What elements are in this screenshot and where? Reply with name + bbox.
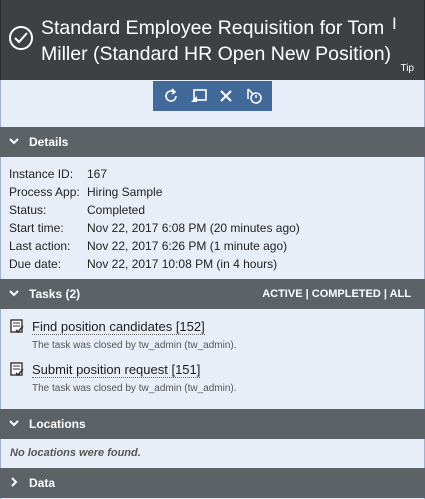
detail-key: Start time: bbox=[9, 221, 64, 235]
filter-separator: | bbox=[302, 288, 312, 300]
details-label: Details bbox=[29, 135, 69, 149]
refresh-icon[interactable] bbox=[160, 85, 182, 107]
text-cursor-icon: I bbox=[392, 14, 397, 33]
detail-key: Instance ID: bbox=[9, 167, 74, 181]
chevron-down-icon bbox=[8, 135, 20, 150]
detail-value: Nov 22, 2017 6:08 PM (20 minutes ago) bbox=[87, 221, 300, 235]
filter-active[interactable]: ACTIVE bbox=[262, 288, 302, 300]
close-icon[interactable] bbox=[215, 85, 237, 107]
detail-row: Due date: Nov 22, 2017 10:08 PM (in 4 hou… bbox=[9, 255, 300, 273]
detail-key: Due date: bbox=[9, 257, 62, 271]
filter-completed[interactable]: COMPLETED bbox=[312, 288, 381, 300]
completed-check-icon bbox=[9, 26, 33, 50]
detail-row: Last action: Nov 22, 2017 6:26 PM (1 minu… bbox=[9, 237, 300, 255]
timer-icon[interactable] bbox=[243, 85, 265, 107]
task-note: The task was closed by tw_admin (tw_admi… bbox=[32, 383, 237, 394]
detail-key: Process App: bbox=[9, 185, 80, 199]
detail-row: Instance ID: 167 bbox=[9, 165, 300, 183]
locations-label: Locations bbox=[29, 417, 86, 431]
chevron-down-icon bbox=[8, 417, 20, 432]
detail-value: Nov 22, 2017 6:26 PM (1 minute ago) bbox=[87, 239, 288, 253]
detail-value: Nov 22, 2017 10:08 PM (in 4 hours) bbox=[87, 257, 278, 271]
task-document-icon bbox=[10, 362, 24, 377]
details-section-header[interactable]: Details bbox=[0, 127, 425, 157]
locations-section-header[interactable]: Locations bbox=[0, 409, 425, 439]
action-toolbar bbox=[153, 81, 272, 111]
task-note: The task was closed by tw_admin (tw_admi… bbox=[32, 340, 237, 351]
detail-row: Start time: Nov 22, 2017 6:08 PM (20 minu… bbox=[9, 219, 300, 237]
task-link[interactable]: Find position candidates [152] bbox=[32, 319, 205, 335]
task-filters: ACTIVE | COMPLETED | ALL bbox=[262, 288, 411, 300]
filter-all[interactable]: ALL bbox=[390, 288, 411, 300]
detail-value: 167 bbox=[87, 167, 108, 181]
reassign-icon[interactable] bbox=[188, 85, 210, 107]
detail-key: Status: bbox=[9, 203, 47, 217]
detail-row: Status: Completed bbox=[9, 201, 300, 219]
tasks-label: Tasks (2) bbox=[29, 287, 81, 301]
data-section-header[interactable]: Data bbox=[0, 468, 425, 498]
tip-link[interactable]: Tip bbox=[400, 63, 414, 74]
instance-title: Standard Employee Requisition for Tom Mi… bbox=[41, 17, 392, 65]
task-document-icon bbox=[10, 319, 24, 334]
filter-separator: | bbox=[380, 288, 390, 300]
no-locations-message: No locations were found. bbox=[10, 447, 141, 459]
chevron-down-icon bbox=[8, 287, 20, 302]
task-link[interactable]: Submit position request [151] bbox=[32, 362, 201, 378]
details-list: Instance ID: 167 Process App: Hiring Sampl… bbox=[9, 165, 300, 273]
tasks-section-header[interactable]: Tasks (2) ACTIVE | COMPLETED | ALL bbox=[0, 279, 425, 309]
data-label: Data bbox=[29, 476, 56, 490]
detail-value: Completed bbox=[87, 203, 146, 217]
detail-row: Process App: Hiring Sample bbox=[9, 183, 300, 201]
chevron-right-icon bbox=[8, 476, 20, 491]
detail-value: Hiring Sample bbox=[87, 185, 163, 199]
instance-header: Standard Employee Requisition for Tom Mi… bbox=[0, 0, 425, 80]
detail-key: Last action: bbox=[9, 239, 71, 253]
